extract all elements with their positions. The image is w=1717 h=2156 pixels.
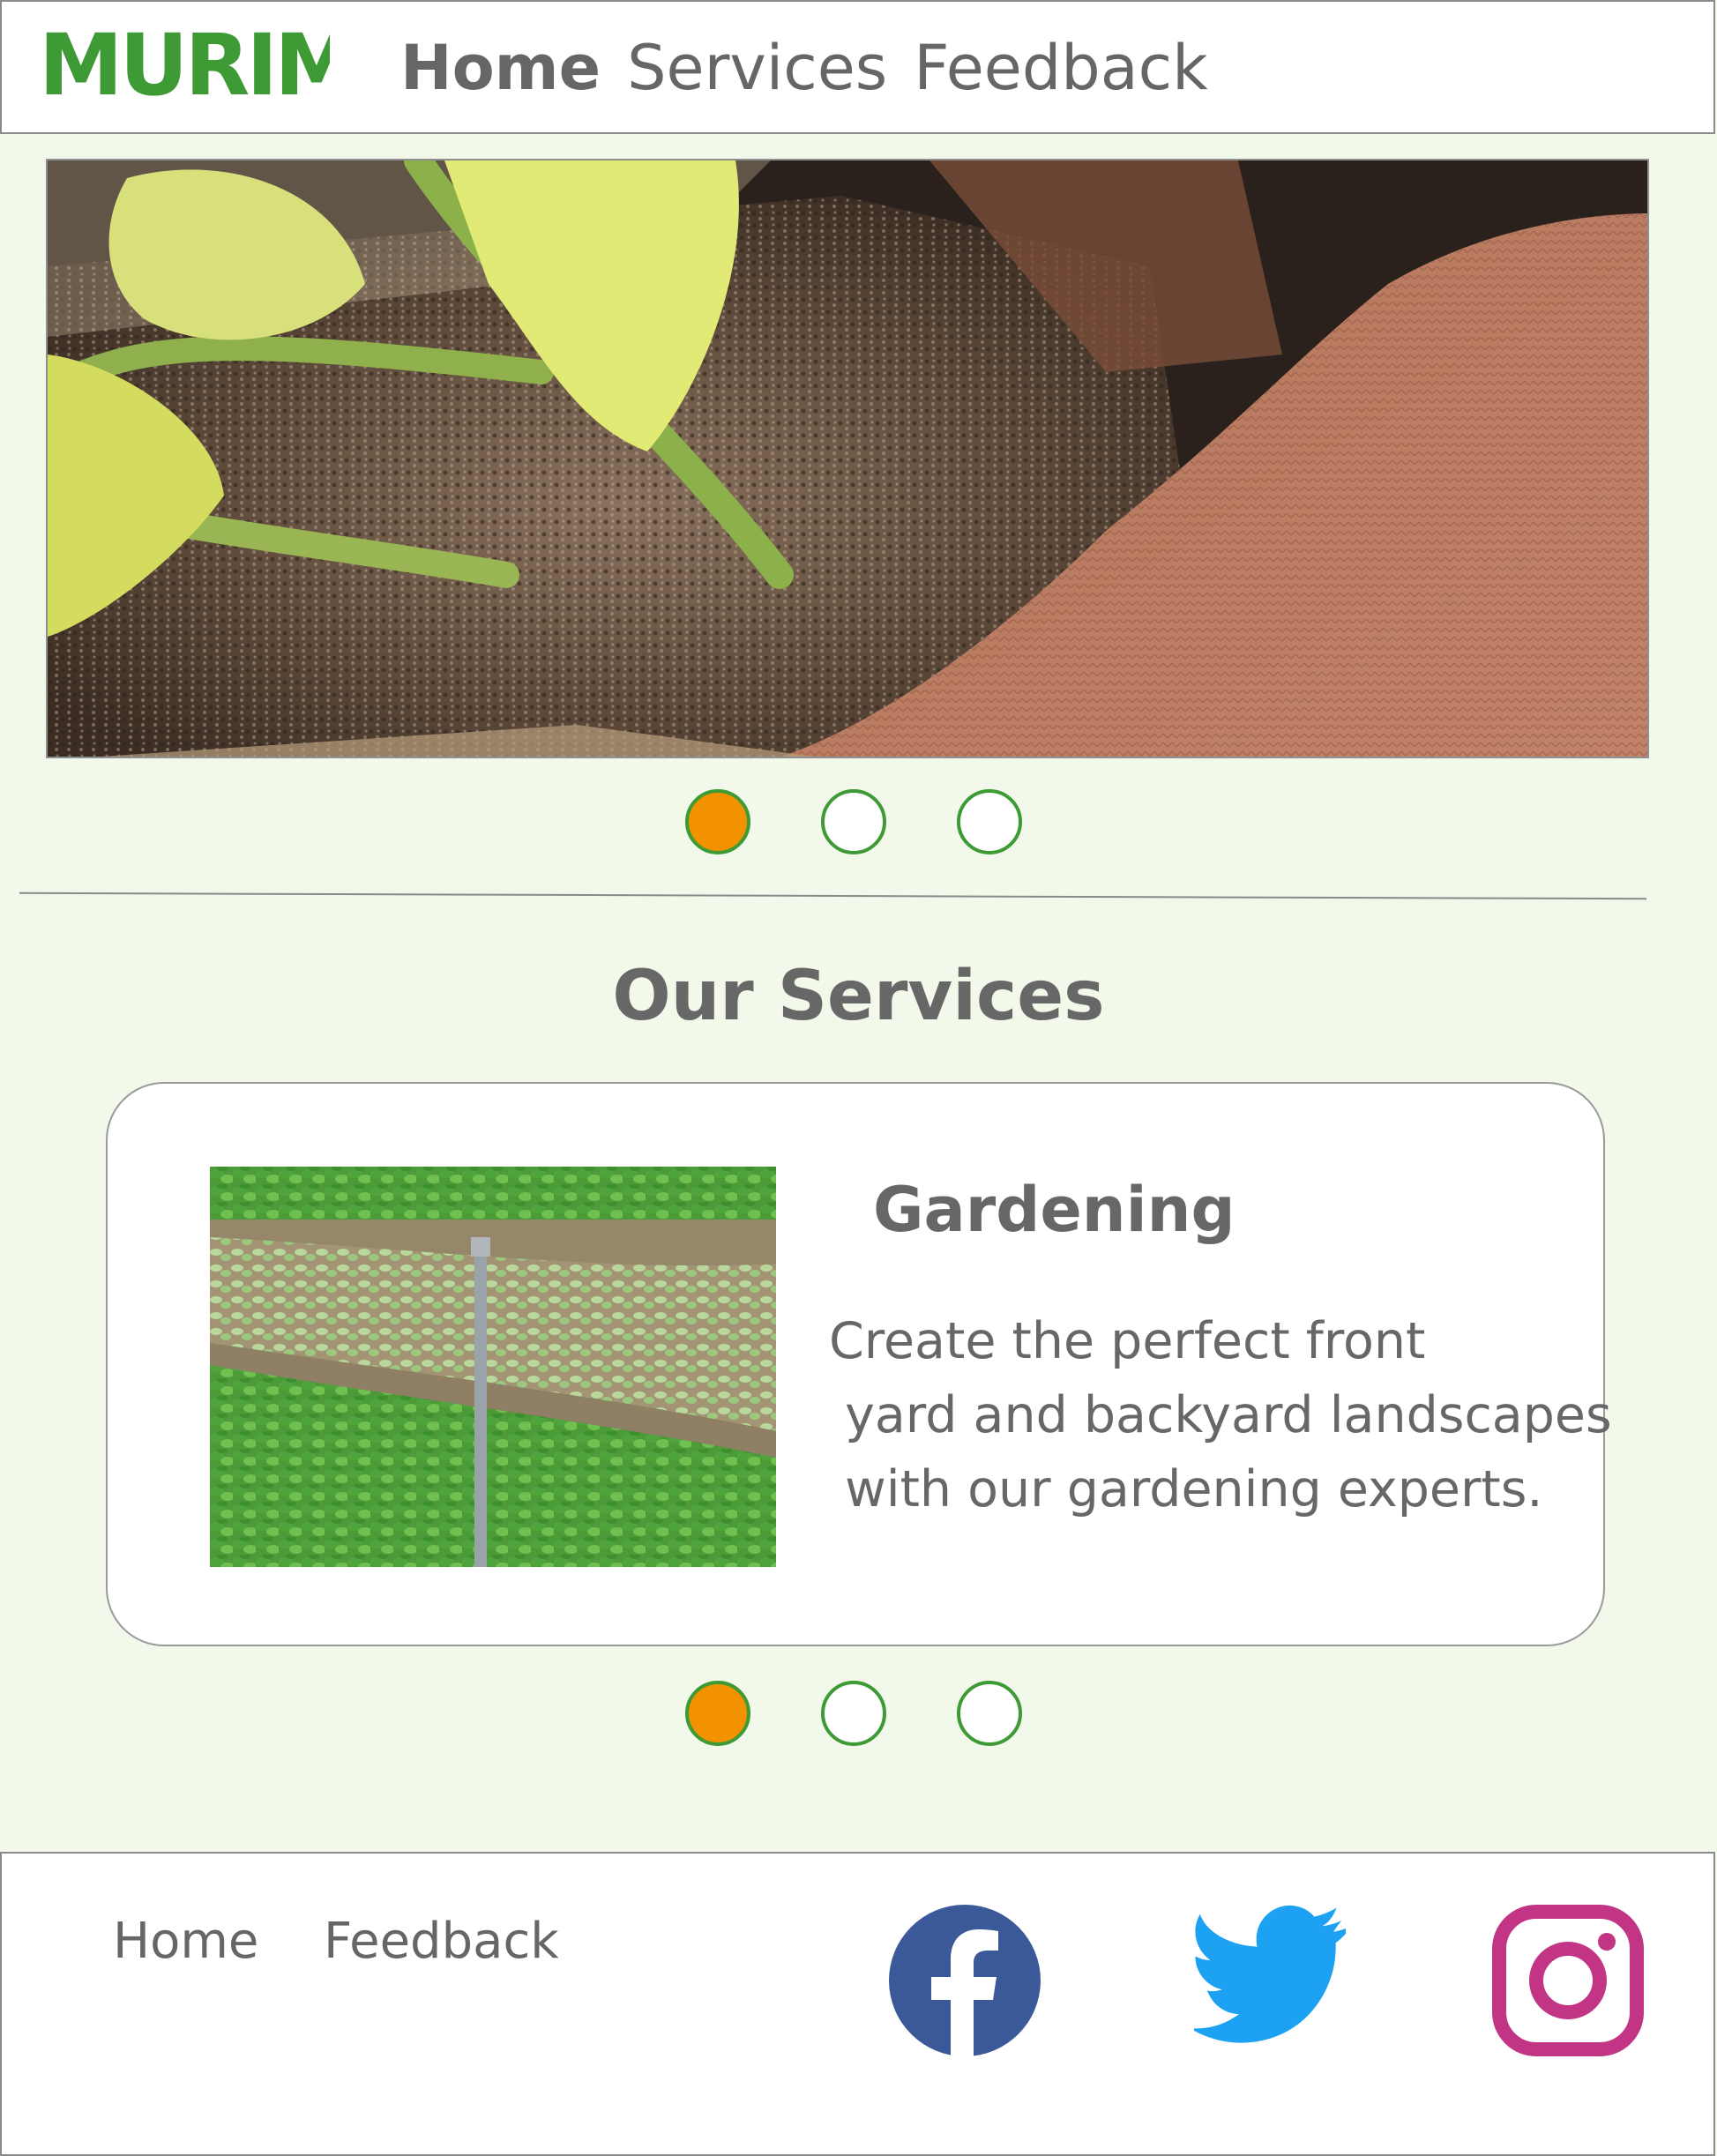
hero-dot-3[interactable] [957, 789, 1022, 854]
site-footer: Home Feedback [0, 1852, 1715, 2156]
logo-wordmark: MURIMI [39, 16, 386, 115]
murimi-logo[interactable]: MURIMI [39, 16, 386, 129]
nav-home[interactable]: Home [400, 28, 601, 108]
instagram-icon[interactable] [1492, 1905, 1644, 2056]
services-dot-3[interactable] [957, 1681, 1022, 1746]
twitter-icon[interactable] [1189, 1905, 1352, 2056]
footer-link-feedback[interactable]: Feedback [324, 1906, 559, 1977]
services-dot-1[interactable] [685, 1681, 750, 1746]
section-divider [19, 891, 1646, 900]
service-desc-line-3: with our gardening experts. [829, 1460, 1543, 1518]
site-header: MURIMI Home Services Feedback [0, 0, 1715, 134]
service-card-gardening[interactable]: Gardening Create the perfect front yard … [106, 1082, 1612, 1646]
nav-services[interactable]: Services [627, 28, 887, 108]
hero-photo-soil-plant [48, 160, 1647, 757]
nav-feedback[interactable]: Feedback [914, 28, 1207, 108]
svg-text:MURIMI: MURIMI [39, 19, 330, 108]
hero-dot-1[interactable] [685, 789, 750, 854]
hero-dot-2[interactable] [821, 789, 886, 854]
gardening-image [210, 1167, 776, 1567]
service-desc-line-1: Create the perfect front [829, 1312, 1426, 1370]
service-title: Gardening [873, 1174, 1235, 1246]
footer-link-home[interactable]: Home [113, 1906, 258, 1977]
service-description: Create the perfect front yard and backya… [829, 1304, 1612, 1526]
gardening-photo [210, 1167, 776, 1567]
facebook-icon[interactable] [889, 1905, 1041, 2056]
main-nav: Home Services Feedback [400, 28, 1208, 108]
services-dot-2[interactable] [821, 1681, 886, 1746]
services-carousel-dots [685, 1681, 1022, 1746]
services-heading: Our Services [612, 957, 1105, 1036]
hero-image [46, 159, 1649, 758]
hero-carousel-dots [685, 789, 1022, 854]
service-desc-line-2: yard and backyard landscapes [829, 1386, 1612, 1444]
